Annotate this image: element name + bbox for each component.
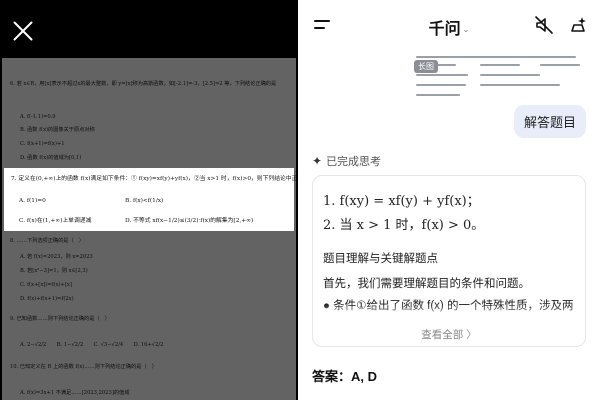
app-title-text: 千问: [428, 21, 461, 38]
chat-panel: 千问 ⌄ 长图 解答题目 ✦ 已完成思考 1. f(xy) = xf(y) + y…: [298, 0, 600, 400]
question-9-options: A. 2−√2/2 B. 1−√2/2 C. √3−√2/4 D. 16+√2/…: [20, 342, 164, 348]
question-6-option-b: B. 函数 f(x)的图像关于原点对称: [20, 127, 95, 133]
body-paragraph: 首先，我们需要理解题目的条件和问题。: [323, 278, 530, 290]
crop-option-c: C. f(x)在(1,+∞)上单调递减: [19, 218, 92, 224]
question-6-option-a: A. f(-1.1)=0.9: [20, 114, 56, 120]
question-10-text: 10. 已知定义在 R 上的函数 f(x)……则下列结论正确的是（ ）: [10, 364, 157, 370]
question-8-option-b: B. 若[x²−3]=1，则 x∈[2,3): [20, 268, 88, 274]
question-6-option-d: D. 函数 f(x)的值域为[0,1): [20, 155, 82, 161]
question-8-option-c: C. f(x+[x])=f(x)+[x]: [20, 282, 72, 288]
final-answer: 答案：A, D: [312, 369, 378, 384]
question-8-option-a: A. 若 f(x)=2023，则 x=2023: [20, 254, 93, 260]
camera-crop-panel: 6. 若 x∈R，用[x]表示不超过x的最大整数，即 y=[x]称为高斯函数。如…: [0, 0, 298, 400]
user-message-bubble: 解答题目: [514, 105, 586, 138]
answer-card: 1. f(xy) = xf(y) + yf(x)； 2. 当 x > 1 时，f…: [312, 175, 586, 347]
long-image-badge: 长图: [414, 60, 438, 73]
question-9-text: 9. 已知函数……则下列结论正确的是（ ）: [10, 316, 110, 322]
crop-selection[interactable]: 7. 定义在(0,+∞)上的函数 f(x)满足如下条件：① f(xy)=xf(y…: [4, 168, 298, 231]
section-title: 题目理解与关键解题点: [323, 253, 438, 265]
question-10-option-a: A. f(x)=3x+1 不满足……[2023,2023]的值域: [20, 390, 130, 396]
chevron-down-icon: ⌄: [462, 25, 470, 35]
thought-status[interactable]: ✦ 已完成思考: [312, 153, 381, 169]
formula-2: 2. 当 x > 1 时，f(x) > 0。: [323, 218, 485, 233]
mute-icon[interactable]: [534, 15, 554, 35]
crop-option-b: B. f(x)<f(1/x): [125, 198, 164, 204]
app-title[interactable]: 千问 ⌄: [298, 15, 600, 39]
close-icon[interactable]: [12, 20, 34, 42]
sparkle-icon: ✦: [312, 154, 323, 168]
crop-option-a: A. f(1)=0: [19, 198, 46, 204]
crop-option-d: D. 不等式 xf(x−1/2)≤(3/2)·f(x)的解集为[2,+∞): [125, 218, 254, 224]
thought-status-text: 已完成思考: [326, 156, 382, 168]
question-8-text: 8. ……下列选项正确的是（ ）: [10, 238, 85, 244]
bullet-point: ● 条件①给出了函数 f(x) 的一个特殊性质，涉及两: [323, 300, 574, 312]
formula-1: 1. f(xy) = xf(y) + yf(x)；: [323, 194, 480, 209]
crop-question-7: 7. 定义在(0,+∞)上的函数 f(x)满足如下条件：① f(xy)=xf(y…: [11, 176, 298, 182]
view-all-link[interactable]: 查看全部 〉: [313, 327, 585, 342]
question-6-text: 6. 若 x∈R，用[x]表示不超过x的最大整数，即 y=[x]称为高斯函数。如…: [10, 81, 277, 87]
new-chat-icon[interactable]: [568, 15, 588, 35]
question-6-option-c: C. f(x+1)=f(x)+1: [20, 141, 65, 147]
question-8-option-d: D. f(x)+f(x+1)=f(2x): [20, 296, 74, 302]
